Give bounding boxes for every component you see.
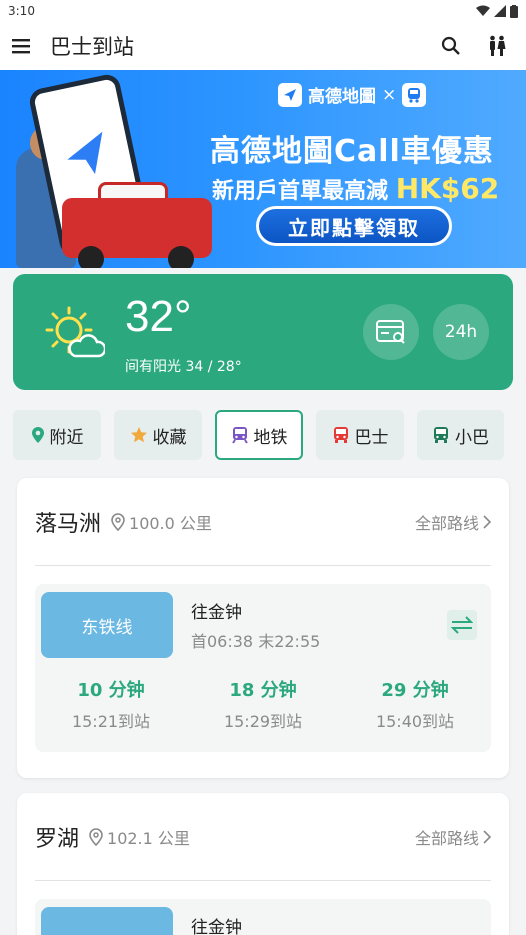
weather-card: 32° 间有阳光 34 / 28° 24h [13, 274, 513, 390]
bus-app-logo-icon [402, 82, 427, 107]
card-search-icon [376, 320, 405, 344]
status-time: 3:10 [8, 4, 35, 18]
eta-minutes: 29 分钟 [381, 680, 449, 701]
promo-banner[interactable]: 高德地圖 × 高德地圖Call車優惠 新用戶首單最高減 HK$62 立即點擊領取 [0, 70, 526, 268]
banner-title: 高德地圖Call車優惠 [210, 134, 494, 169]
location-pin-icon [31, 427, 44, 443]
route-item[interactable]: 往金钟 [35, 899, 491, 935]
tab-nearby-label: 附近 [49, 427, 84, 448]
transport-tabs: 附近 收藏 地铁 巴士 小巴 [0, 410, 526, 460]
tab-metro-label: 地铁 [253, 427, 288, 448]
tab-bus-label: 巴士 [354, 427, 389, 448]
search-button[interactable] [434, 29, 468, 63]
navigation-arrow-icon [67, 131, 103, 175]
eta-minutes: 10 分钟 [77, 680, 145, 701]
eta-item: 29 分钟 15:40到站 [376, 676, 454, 732]
line-badge [41, 907, 173, 935]
taxi-wheel [168, 246, 194, 268]
star-icon [130, 427, 147, 443]
route-service-times: 首06:38 末22:55 [191, 632, 321, 651]
banner-subtitle-text: 新用戶首單最高減 [212, 179, 389, 204]
partly-sunny-icon [45, 306, 105, 358]
signal-icon [494, 5, 506, 17]
amap-logo-icon [278, 82, 302, 107]
restroom-button[interactable] [480, 29, 514, 63]
temperature: 32° [125, 292, 192, 341]
banner-subtitle: 新用戶首單最高減 HK$62 [212, 172, 499, 205]
bus-icon [333, 427, 348, 443]
station-distance: 102.1 公里 [89, 825, 190, 849]
weather-description: 间有阳光 34 / 28° [125, 359, 242, 375]
minibus-icon [434, 427, 448, 443]
station-list: 落马洲 100.0 公里 全部路线 东铁线 往金钟 首06:38 末22:55 … [0, 472, 526, 935]
eta-minutes: 18 分钟 [229, 680, 297, 701]
station-card[interactable]: 罗湖 102.1 公里 全部路线 往金钟 [17, 793, 509, 935]
status-bar: 3:10 [0, 0, 526, 22]
route-direction: 往金钟 [191, 918, 242, 935]
battery-icon [510, 4, 518, 18]
tab-bus[interactable]: 巴士 [316, 410, 404, 460]
tab-metro[interactable]: 地铁 [215, 410, 303, 460]
hourly-forecast-button[interactable]: 24h [433, 304, 489, 360]
eta-row: 10 分钟 15:21到站 18 分钟 15:29到站 29 分钟 15:40到… [35, 676, 491, 732]
tab-nearby[interactable]: 附近 [13, 410, 101, 460]
all-routes-link[interactable]: 全部路线 [415, 825, 491, 849]
wifi-icon [476, 5, 490, 16]
station-distance-value: 100.0 公里 [129, 513, 212, 533]
eta-item: 10 分钟 15:21到站 [72, 676, 150, 732]
swap-direction-icon [451, 616, 473, 634]
banner-amount: HK$62 [395, 172, 500, 205]
chevron-right-icon [483, 514, 491, 529]
taxi-wheel [78, 246, 104, 268]
tab-minibus-label: 小巴 [455, 427, 489, 448]
banner-brand: 高德地圖 [308, 87, 376, 107]
tab-minibus[interactable]: 小巴 [417, 410, 504, 460]
tab-favorites[interactable]: 收藏 [114, 410, 202, 460]
train-icon [231, 427, 248, 444]
location-pin-icon [111, 512, 125, 531]
station-distance: 100.0 公里 [111, 510, 212, 534]
restroom-icon [490, 35, 506, 56]
eta-arrival: 15:29到站 [223, 712, 303, 731]
app-title: 巴士到站 [50, 35, 134, 59]
route-direction: 往金钟 [191, 603, 242, 623]
station-name: 落马洲 [35, 511, 102, 537]
line-badge: 东铁线 [41, 592, 173, 658]
location-pin-icon [89, 827, 103, 846]
menu-icon[interactable] [12, 38, 32, 54]
tab-favorites-label: 收藏 [152, 427, 187, 448]
card-balance-button[interactable] [363, 304, 419, 360]
station-header: 罗湖 102.1 公里 全部路线 [35, 793, 491, 881]
eta-item: 18 分钟 15:29到站 [224, 676, 302, 732]
chevron-right-icon [483, 829, 491, 844]
banner-logos: 高德地圖 × [278, 82, 427, 107]
status-icons [476, 4, 518, 18]
all-routes-label: 全部路线 [414, 513, 479, 533]
search-icon [441, 36, 460, 55]
banner-times: × [382, 84, 397, 105]
banner-cta-button[interactable]: 立即點擊領取 [256, 206, 452, 246]
all-routes-link[interactable]: 全部路线 [415, 510, 491, 534]
station-distance-value: 102.1 公里 [107, 828, 190, 848]
all-routes-label: 全部路线 [414, 828, 479, 848]
route-item[interactable]: 东铁线 往金钟 首06:38 末22:55 10 分钟 15:21到站 18 分… [35, 584, 491, 752]
eta-arrival: 15:40到站 [375, 712, 455, 731]
station-card[interactable]: 落马洲 100.0 公里 全部路线 东铁线 往金钟 首06:38 末22:55 … [17, 478, 509, 778]
app-bar: 巴士到站 [0, 22, 526, 70]
swap-direction-button[interactable] [447, 610, 477, 640]
station-header: 落马洲 100.0 公里 全部路线 [35, 478, 491, 566]
eta-arrival: 15:21到站 [71, 712, 151, 731]
station-name: 罗湖 [35, 826, 80, 852]
